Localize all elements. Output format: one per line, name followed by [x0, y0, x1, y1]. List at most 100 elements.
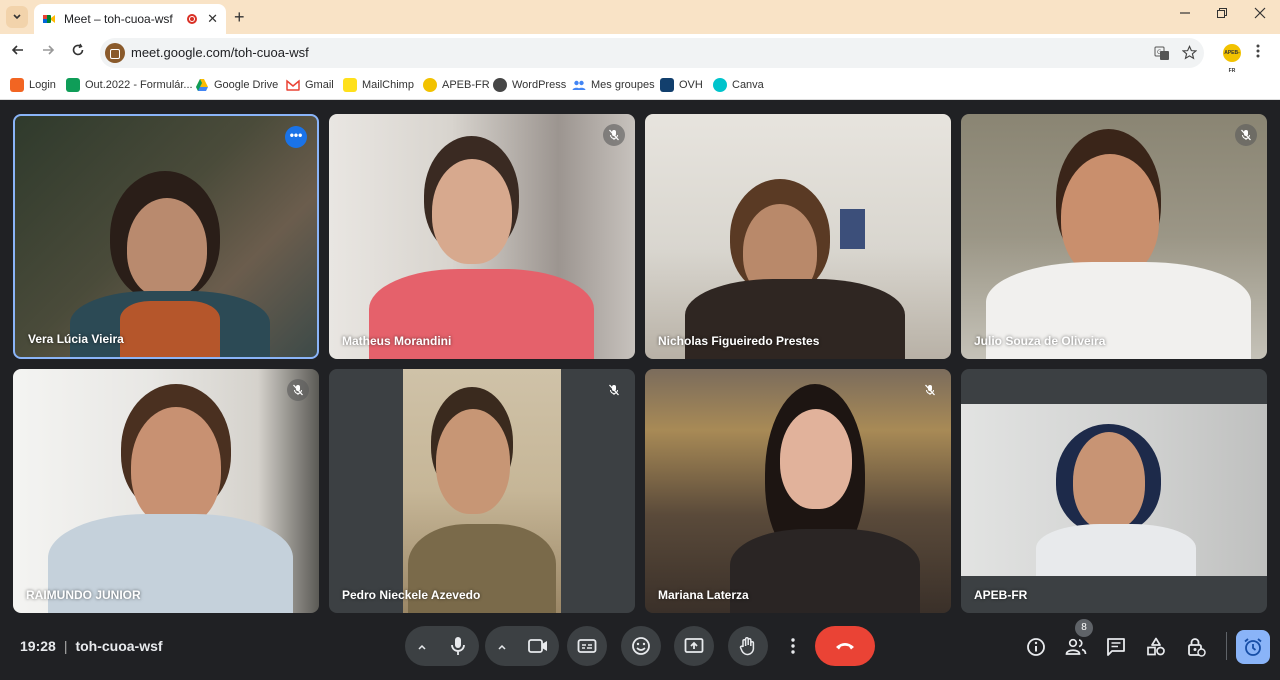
meet-icon	[43, 15, 55, 23]
participant-name: Pedro Nieckele Azevedo	[342, 588, 481, 602]
address-bar[interactable]: meet.google.com/toh-cuoa-wsf G	[100, 38, 1204, 68]
audio-settings-button[interactable]	[417, 639, 427, 657]
restore-icon	[1217, 8, 1227, 18]
browser-toolbar: meet.google.com/toh-cuoa-wsf G	[0, 34, 1280, 72]
participant-name: Matheus Morandini	[342, 334, 452, 348]
bookmark-google-drive[interactable]: Google Drive	[195, 78, 278, 92]
participant-tile[interactable]: ••• Vera Lúcia Vieira	[13, 114, 319, 359]
bookmark-label: Google Drive	[214, 79, 279, 91]
more-options-button[interactable]: •••	[285, 126, 307, 148]
video-camera-icon	[528, 639, 547, 653]
bookmark-label: Mes groupes	[591, 79, 655, 91]
tab-close-button[interactable]: ✕	[207, 11, 218, 27]
bookmark-mailchimp[interactable]: MailChimp	[343, 78, 414, 92]
participant-name: Vera Lúcia Vieira	[28, 332, 124, 346]
activities-button[interactable]	[1144, 635, 1168, 659]
bookmark-apeb-fr[interactable]: APEB-FR	[423, 78, 490, 92]
forward-button[interactable]	[38, 43, 58, 62]
participant-tile[interactable]: Mariana Laterza	[645, 369, 951, 613]
microphone-control-group	[405, 626, 479, 666]
meeting-time: 19:28	[20, 638, 56, 654]
translate-button[interactable]: G	[1154, 45, 1170, 64]
video-settings-button[interactable]	[497, 639, 507, 657]
more-options-button[interactable]	[782, 626, 804, 666]
tab-search-button[interactable]	[6, 6, 28, 28]
people-button[interactable]	[1064, 635, 1088, 659]
star-icon	[1181, 45, 1198, 60]
leave-call-button[interactable]	[815, 626, 875, 666]
mic-off-icon	[609, 129, 619, 141]
profile-avatar[interactable]: APEB-FR	[1223, 44, 1241, 74]
participant-tile[interactable]: Julio Souza de Oliveira	[961, 114, 1267, 359]
participant-tile[interactable]: Matheus Morandini	[329, 114, 635, 359]
participant-tile[interactable]: Pedro Nieckele Azevedo	[329, 369, 635, 613]
bookmark-star-button[interactable]	[1181, 45, 1198, 63]
bookmark-label: Gmail	[305, 79, 334, 91]
muted-indicator	[287, 379, 309, 401]
people-icon	[1065, 638, 1087, 655]
participant-tile[interactable]: Nicholas Figueiredo Prestes	[645, 114, 951, 359]
bookmark-canva[interactable]: Canva	[713, 78, 764, 92]
arrow-left-icon	[11, 45, 23, 55]
camera-button[interactable]	[528, 638, 548, 659]
camera-control-group	[485, 626, 559, 666]
chevron-down-icon	[13, 14, 21, 20]
bookmark-wordpress[interactable]: WordPress	[493, 78, 566, 92]
participant-tile[interactable]: APEB-FR	[961, 369, 1267, 613]
window-close-button[interactable]	[1250, 6, 1270, 22]
participant-tile[interactable]: RAIMUNDO JUNIOR	[13, 369, 319, 613]
host-controls-button[interactable]	[1184, 635, 1208, 659]
participant-video	[15, 116, 317, 357]
participant-video	[329, 114, 635, 359]
reload-icon	[72, 43, 84, 56]
gmail-icon	[286, 79, 300, 91]
site-info-icon[interactable]	[105, 43, 125, 63]
reactions-button[interactable]	[621, 626, 661, 666]
bookmark-label: Canva	[732, 79, 764, 91]
minimize-button[interactable]	[1175, 6, 1195, 22]
bookmark-ovh[interactable]: OVH	[660, 78, 703, 92]
bookmark-label: OVH	[679, 79, 703, 91]
translate-icon: G	[1154, 46, 1169, 60]
groups-icon	[572, 80, 586, 90]
participant-video	[961, 114, 1267, 359]
participant-name: RAIMUNDO JUNIOR	[26, 588, 141, 602]
lock-person-icon	[1188, 638, 1206, 657]
mic-off-icon	[925, 384, 935, 396]
participant-name: Nicholas Figueiredo Prestes	[658, 334, 820, 348]
muted-indicator	[603, 124, 625, 146]
reload-button[interactable]	[68, 43, 88, 62]
present-screen-icon	[684, 638, 704, 653]
muted-indicator	[919, 379, 941, 401]
restore-button[interactable]	[1212, 6, 1232, 22]
active-tab[interactable]: Meet – toh-cuoa-wsf ✕	[34, 4, 226, 34]
participant-video	[645, 369, 951, 613]
apeb-icon	[423, 78, 437, 92]
bookmark-label: WordPress	[512, 79, 567, 91]
bookmark-label: APEB-FR	[442, 79, 490, 91]
mic-off-icon	[1241, 129, 1251, 141]
bookmark-gmail[interactable]: Gmail	[286, 78, 334, 92]
bookmark-login[interactable]: Login	[10, 78, 56, 92]
participant-name: APEB-FR	[974, 588, 1028, 602]
arrow-right-icon	[43, 45, 55, 55]
raise-hand-button[interactable]	[728, 626, 768, 666]
new-tab-button[interactable]: +	[234, 7, 245, 28]
bookmark-formulario[interactable]: Out.2022 - Formulár...	[66, 78, 193, 92]
bookmark-label: Login	[29, 79, 56, 91]
emoji-icon	[632, 637, 650, 655]
chat-button[interactable]	[1104, 635, 1128, 659]
browser-menu-button[interactable]	[1256, 44, 1260, 61]
present-screen-button[interactable]	[674, 626, 714, 666]
microphone-button[interactable]	[449, 636, 467, 661]
login-icon	[10, 78, 24, 92]
bookmark-label: Out.2022 - Formulár...	[85, 79, 193, 91]
meeting-details-button[interactable]	[1024, 635, 1048, 659]
timer-button[interactable]	[1236, 630, 1270, 664]
bookmark-mes-groupes[interactable]: Mes groupes	[572, 78, 655, 92]
captions-button[interactable]	[567, 626, 607, 666]
back-button[interactable]	[8, 43, 28, 62]
close-icon	[1254, 7, 1266, 19]
ovh-icon	[660, 78, 674, 92]
meeting-code: toh-cuoa-wsf	[75, 638, 163, 654]
